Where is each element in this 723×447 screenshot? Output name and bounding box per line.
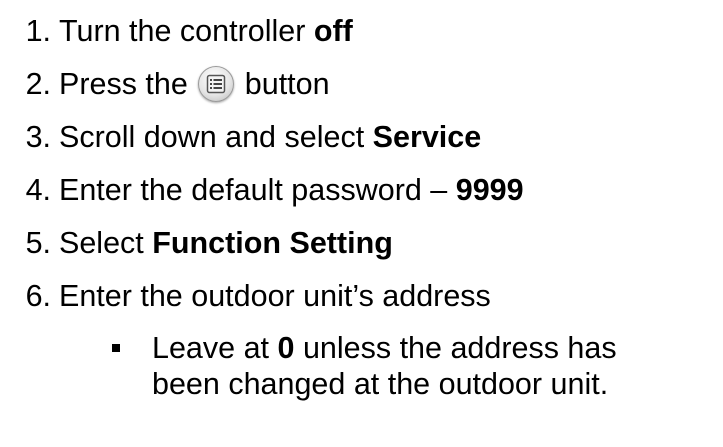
step-6: 6. Enter the outdoor unit’s address: [0, 278, 491, 314]
sub-bullet-emphasis: 0: [277, 331, 295, 365]
step-number: 5.: [25, 226, 51, 260]
step-emphasis: off: [313, 14, 353, 48]
step-1: 1. Turn the controller off: [0, 13, 353, 49]
sub-bullet-line-1: Leave at 0 unless the address has: [112, 330, 617, 366]
step-text: Select: [59, 226, 153, 260]
step-2: 2. Press the button: [0, 65, 330, 102]
instruction-list: 1. Turn the controller off 2. Press the bu…: [0, 0, 723, 447]
step-text: Scroll down and select: [59, 120, 373, 154]
menu-button-icon: [198, 65, 235, 102]
step-5: 5. Select Function Setting: [0, 225, 393, 261]
sub-bullet-text: Leave at: [152, 331, 278, 365]
step-4: 4. Enter the default password – 9999: [0, 172, 524, 208]
menu-list-icon: [207, 74, 226, 94]
step-number: 3.: [25, 120, 51, 154]
step-text: Enter the outdoor unit’s address: [59, 279, 491, 313]
step-number: 1.: [25, 14, 51, 48]
step-3: 3. Scroll down and select Service: [0, 119, 482, 155]
step-emphasis: 9999: [455, 173, 524, 207]
step-text: Turn the controller: [59, 14, 314, 48]
step-number: 4.: [25, 173, 51, 207]
step-text: Enter the default password –: [59, 173, 456, 207]
sub-bullet-text-after: unless the address has: [294, 331, 617, 365]
step-emphasis: Service: [372, 120, 482, 154]
step-number: 6.: [25, 279, 51, 313]
step-number: 2.: [25, 67, 51, 101]
step-text: Press the: [59, 67, 197, 101]
step-emphasis: Function Setting: [152, 226, 393, 260]
step-text-after: button: [236, 67, 330, 101]
sub-bullet-line-2: been changed at the outdoor unit.: [152, 367, 609, 401]
